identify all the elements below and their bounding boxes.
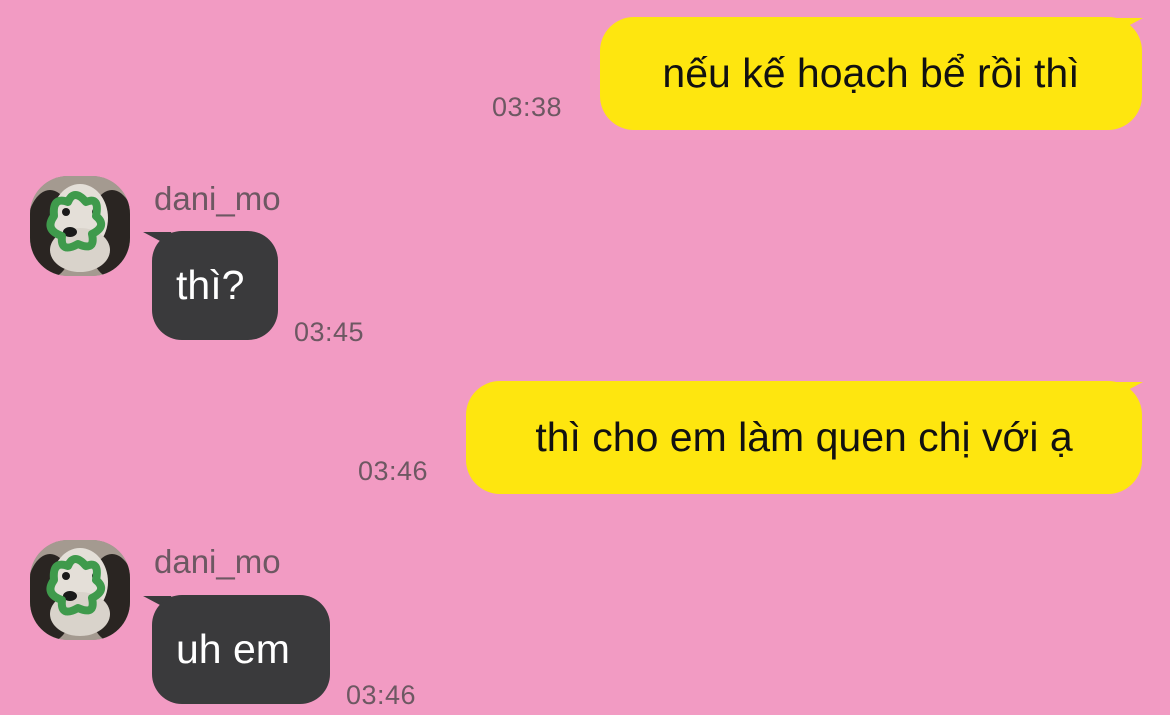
avatar[interactable] xyxy=(30,176,130,276)
message-bubble[interactable]: uh em xyxy=(152,595,330,704)
avatar[interactable] xyxy=(30,540,130,640)
dog-avatar-icon xyxy=(30,176,130,276)
message-text: thì? xyxy=(176,262,245,308)
message-time: 03:38 xyxy=(492,92,563,122)
message-bubble[interactable]: nếu kế hoạch bể rồi thì xyxy=(600,17,1142,130)
message-bubble[interactable]: thì? xyxy=(152,231,278,340)
message-bubble[interactable]: thì cho em làm quen chị với ạ xyxy=(466,381,1142,494)
sender-name[interactable]: dani_mo xyxy=(154,180,281,218)
sender-name[interactable]: dani_mo xyxy=(154,543,281,581)
message-text: uh em xyxy=(176,626,290,672)
message-time: 03:46 xyxy=(346,680,417,710)
message-time: 03:45 xyxy=(294,317,365,347)
dog-avatar-icon xyxy=(30,540,130,640)
message-text: thì cho em làm quen chị với ạ xyxy=(535,414,1073,460)
message-time: 03:46 xyxy=(358,456,429,486)
message-text: nếu kế hoạch bể rồi thì xyxy=(662,50,1080,96)
